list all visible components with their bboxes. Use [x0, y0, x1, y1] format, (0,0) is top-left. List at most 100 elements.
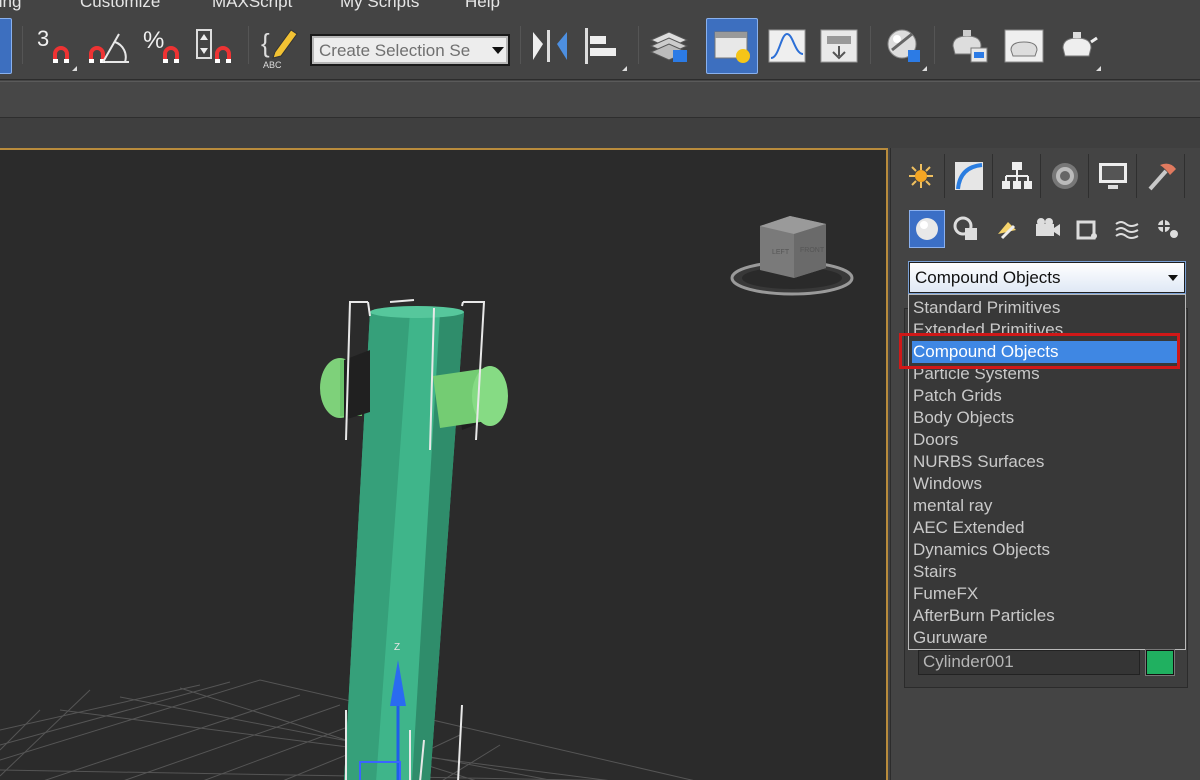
viewcube[interactable]: LEFT FRONT: [730, 216, 854, 296]
list-item[interactable]: Stairs: [913, 561, 956, 583]
named-selection-set-dropdown[interactable]: Create Selection Se: [310, 34, 510, 66]
systems-icon: [1156, 218, 1178, 238]
menu-item-rendering[interactable]: ting: [0, 0, 21, 12]
create-tab-icon: [908, 164, 933, 188]
material-editor-button[interactable]: [880, 18, 928, 74]
scene-explorer-button[interactable]: [706, 18, 758, 74]
lights-icon: [998, 222, 1016, 240]
svg-text:{: {: [261, 28, 270, 58]
render-setup-button[interactable]: [946, 18, 992, 74]
schematic-view-icon: [820, 29, 858, 63]
display-tab-icon: [1098, 163, 1127, 189]
layer-manager-icon: [649, 31, 689, 62]
object-category-dropdown[interactable]: Compound Objects: [908, 261, 1186, 294]
list-item[interactable]: NURBS Surfaces: [913, 451, 1044, 473]
cameras-button[interactable]: [1029, 210, 1065, 248]
lights-button[interactable]: [989, 210, 1025, 248]
list-item[interactable]: Patch Grids: [913, 385, 1002, 407]
toolbar-separator: [870, 26, 871, 64]
ribbon-subbar: [0, 117, 1200, 148]
list-item[interactable]: Windows: [913, 473, 982, 495]
geometry-button[interactable]: [909, 210, 945, 248]
toolbar-separator: [934, 26, 935, 64]
gizmo-z-label: Z: [394, 642, 400, 653]
toolbar-separator: [22, 26, 23, 64]
menu-item-customize[interactable]: Customize: [80, 0, 160, 12]
utilities-tab-icon: [1148, 163, 1176, 191]
rendered-frame-window-button[interactable]: [1000, 18, 1048, 74]
curve-editor-icon: [768, 29, 806, 63]
hierarchy-tab-icon: [1001, 162, 1032, 189]
list-item[interactable]: Doors: [913, 429, 958, 451]
list-item[interactable]: AEC Extended: [913, 517, 1025, 539]
systems-button[interactable]: [1149, 210, 1185, 248]
list-item[interactable]: FumeFX: [913, 583, 978, 605]
object-name-value: Cylinder001: [923, 652, 1014, 671]
command-panel-tabs: [897, 154, 1185, 198]
viewport-scene: LEFT FRONT Z: [0, 216, 854, 780]
curve-editor-button[interactable]: [764, 18, 810, 74]
chevron-down-icon: [1168, 275, 1178, 281]
svg-text:ABC: ABC: [263, 60, 282, 70]
modify-tab-icon: [954, 162, 983, 190]
tab-modify[interactable]: [945, 154, 993, 198]
snaps-toggle-icon: 3: [37, 26, 69, 63]
shapes-icon: [953, 216, 977, 240]
space-warps-icon: [1115, 221, 1139, 239]
list-item[interactable]: AfterBurn Particles: [913, 605, 1055, 627]
layer-manager-button[interactable]: [646, 18, 692, 74]
menu-bar: ting Customize MAXScript My Scripts Help: [0, 0, 1200, 12]
highlight-annotation-box: [899, 333, 1180, 369]
spinner-snap-button[interactable]: [192, 18, 238, 74]
svg-text:%: %: [143, 27, 164, 54]
object-name-field[interactable]: Cylinder001: [918, 650, 1140, 675]
material-editor-icon: [887, 29, 920, 62]
viewcube-left-label: LEFT: [772, 249, 790, 256]
angle-snap-button[interactable]: [84, 18, 132, 74]
tab-display[interactable]: [1089, 154, 1137, 198]
percent-snap-icon: %: [143, 27, 179, 63]
render-production-button[interactable]: [1054, 18, 1102, 74]
edit-named-selection-button[interactable]: { ABC: [256, 18, 302, 74]
create-subtype-toolbar: [909, 210, 1185, 248]
shapes-button[interactable]: [949, 210, 985, 248]
motion-tab-icon: [1051, 163, 1078, 189]
ribbon-bar: [0, 81, 1200, 117]
main-toolbar: 3 % { ABC Create Selection Se: [0, 12, 1200, 80]
menu-item-my-scripts[interactable]: My Scripts: [340, 0, 419, 12]
list-item[interactable]: Dynamics Objects: [913, 539, 1050, 561]
object-color-swatch[interactable]: [1145, 649, 1175, 676]
align-button[interactable]: [580, 18, 628, 74]
tab-utilities[interactable]: [1137, 154, 1185, 198]
perspective-viewport[interactable]: LEFT FRONT Z: [0, 148, 888, 780]
space-warps-button[interactable]: [1109, 210, 1145, 248]
percent-snap-button[interactable]: %: [140, 18, 186, 74]
tab-create[interactable]: [897, 154, 945, 198]
align-icon: [585, 28, 616, 64]
svg-text:3: 3: [37, 26, 49, 51]
list-item[interactable]: Guruware: [913, 627, 988, 649]
mirror-button[interactable]: [528, 18, 572, 74]
toolbar-separator: [248, 26, 249, 64]
helpers-button[interactable]: [1069, 210, 1105, 248]
tab-hierarchy[interactable]: [993, 154, 1041, 198]
cameras-icon: [1036, 218, 1060, 236]
viewcube-front-label: FRONT: [800, 247, 825, 254]
render-production-icon: [1062, 32, 1098, 57]
tab-motion[interactable]: [1041, 154, 1089, 198]
schematic-view-button[interactable]: [816, 18, 862, 74]
list-item[interactable]: mental ray: [913, 495, 992, 517]
snaps-toggle-button[interactable]: 3: [32, 18, 78, 74]
scene-explorer-icon: [714, 31, 750, 63]
list-item[interactable]: Standard Primitives: [913, 297, 1060, 319]
cylinder-object[interactable]: [320, 299, 508, 780]
select-object-button[interactable]: [0, 18, 12, 74]
list-item[interactable]: Body Objects: [913, 407, 1014, 429]
chevron-down-icon: [492, 47, 504, 54]
menu-item-help[interactable]: Help: [465, 0, 500, 12]
rendered-frame-icon: [1004, 29, 1044, 63]
menu-item-maxscript[interactable]: MAXScript: [212, 0, 292, 12]
toolbar-separator: [520, 26, 521, 64]
mirror-icon: [533, 30, 567, 62]
helpers-icon: [1076, 220, 1097, 240]
